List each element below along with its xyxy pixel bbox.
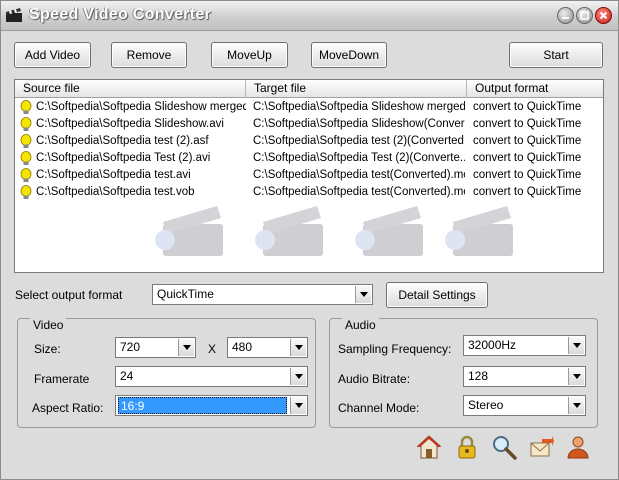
email-icon[interactable]: [528, 434, 554, 460]
format-cell: convert to QuickTime: [473, 118, 582, 130]
bulb-icon: [20, 185, 32, 199]
chevron-down-icon[interactable]: [290, 339, 306, 356]
framerate-label: Framerate: [34, 372, 90, 386]
target-cell: C:\Softpedia\Softpedia test(Converted).m…: [253, 186, 465, 198]
user-icon[interactable]: [565, 434, 591, 460]
home-icon[interactable]: [416, 434, 442, 460]
bulb-icon: [20, 151, 32, 165]
chevron-down-icon[interactable]: [568, 397, 584, 414]
clapperboard-watermark-icon: [155, 206, 223, 256]
table-row[interactable]: C:\Softpedia\Softpedia Test (2).avi C:\S…: [15, 150, 603, 167]
column-header-target[interactable]: Target file: [246, 80, 467, 98]
sampling-frequency-value: 32000Hz: [468, 338, 517, 352]
start-button[interactable]: Start: [509, 42, 603, 68]
detail-settings-button[interactable]: Detail Settings: [386, 282, 488, 308]
height-value: 480: [232, 340, 253, 354]
size-x-label: X: [208, 342, 217, 356]
output-format-select[interactable]: QuickTime: [152, 284, 373, 305]
framerate-value: 24: [120, 369, 134, 383]
chevron-down-icon[interactable]: [568, 337, 584, 354]
video-group-title: Video: [30, 318, 67, 332]
channel-mode-value: Stereo: [468, 398, 504, 412]
sampling-frequency-select[interactable]: 32000Hz: [463, 335, 586, 356]
source-cell: C:\Softpedia\Softpedia test.avi: [36, 169, 191, 181]
source-cell: C:\Softpedia\Softpedia Slideshow merged.…: [36, 101, 246, 113]
add-video-button[interactable]: Add Video: [14, 42, 91, 68]
clapperboard-watermark-icon: [255, 206, 323, 256]
audio-bitrate-label: Audio Bitrate:: [338, 372, 411, 386]
format-cell: convert to QuickTime: [473, 135, 582, 147]
audio-bitrate-value: 128: [468, 369, 489, 383]
format-cell: convert to QuickTime: [473, 186, 582, 198]
window-title: Speed Video Converter: [29, 6, 212, 23]
audio-group-title: Audio: [342, 318, 379, 332]
minimize-button[interactable]: [557, 7, 574, 24]
bulb-icon: [20, 117, 32, 131]
framerate-select[interactable]: 24: [115, 366, 308, 387]
chevron-down-icon[interactable]: [290, 397, 306, 414]
bulb-icon: [20, 100, 32, 114]
target-cell: C:\Softpedia\Softpedia Slideshow merged.…: [253, 101, 465, 113]
file-list[interactable]: Source file Target file Output format C:…: [14, 79, 604, 273]
search-icon[interactable]: [491, 434, 517, 460]
aspect-ratio-label: Aspect Ratio:: [32, 401, 104, 415]
maximize-icon: [580, 11, 589, 20]
sampling-frequency-label: Sampling Frequency:: [338, 342, 452, 356]
source-cell: C:\Softpedia\Softpedia test.vob: [36, 186, 195, 198]
remove-button[interactable]: Remove: [111, 42, 187, 68]
table-row[interactable]: C:\Softpedia\Softpedia test (2).asf C:\S…: [15, 133, 603, 150]
clapperboard-watermark-icon: [355, 206, 423, 256]
move-down-button[interactable]: MoveDown: [311, 42, 387, 68]
format-cell: convert to QuickTime: [473, 169, 582, 181]
table-row[interactable]: C:\Softpedia\Softpedia Slideshow.avi C:\…: [15, 116, 603, 133]
chevron-down-icon[interactable]: [290, 368, 306, 385]
source-cell: C:\Softpedia\Softpedia test (2).asf: [36, 135, 209, 147]
channel-mode-label: Channel Mode:: [338, 401, 420, 415]
target-cell: C:\Softpedia\Softpedia Slideshow(Conver.…: [253, 118, 465, 130]
audio-bitrate-select[interactable]: 128: [463, 366, 586, 387]
bulb-icon: [20, 134, 32, 148]
app-window: Speed Video Converter Add Video Remove M…: [0, 0, 619, 480]
clapperboard-icon: [6, 8, 22, 22]
minimize-icon: [562, 17, 569, 19]
output-format-label: Select output format: [15, 288, 123, 302]
target-cell: C:\Softpedia\Softpedia test (2)(Converte…: [253, 135, 465, 147]
chevron-down-icon[interactable]: [355, 286, 371, 303]
target-cell: C:\Softpedia\Softpedia test(Converted).m…: [253, 169, 465, 181]
aspect-ratio-value: 16:9: [118, 397, 287, 414]
target-cell: C:\Softpedia\Softpedia Test (2)(Converte…: [253, 152, 465, 164]
width-value: 720: [120, 340, 141, 354]
table-row[interactable]: C:\Softpedia\Softpedia test.vob C:\Softp…: [15, 184, 603, 201]
chevron-down-icon[interactable]: [178, 339, 194, 356]
clapperboard-watermark-icon: [445, 206, 513, 256]
list-header: Source file Target file Output format: [15, 80, 603, 98]
width-select[interactable]: 720: [115, 337, 196, 358]
close-icon: [599, 11, 608, 20]
size-label: Size:: [34, 342, 61, 356]
format-cell: convert to QuickTime: [473, 101, 582, 113]
table-row[interactable]: C:\Softpedia\Softpedia Slideshow merged.…: [15, 99, 603, 116]
title-bar[interactable]: Speed Video Converter: [1, 1, 618, 31]
aspect-ratio-select[interactable]: 16:9: [115, 395, 308, 416]
format-cell: convert to QuickTime: [473, 152, 582, 164]
height-select[interactable]: 480: [227, 337, 308, 358]
column-header-format[interactable]: Output format: [467, 80, 603, 98]
output-format-value: QuickTime: [157, 287, 214, 301]
column-header-source[interactable]: Source file: [15, 80, 246, 98]
source-cell: C:\Softpedia\Softpedia Test (2).avi: [36, 152, 211, 164]
maximize-button[interactable]: [576, 7, 593, 24]
channel-mode-select[interactable]: Stereo: [463, 395, 586, 416]
close-button[interactable]: [595, 7, 612, 24]
bulb-icon: [20, 168, 32, 182]
chevron-down-icon[interactable]: [568, 368, 584, 385]
table-row[interactable]: C:\Softpedia\Softpedia test.avi C:\Softp…: [15, 167, 603, 184]
lock-icon[interactable]: [454, 434, 480, 460]
source-cell: C:\Softpedia\Softpedia Slideshow.avi: [36, 118, 224, 130]
move-up-button[interactable]: MoveUp: [211, 42, 288, 68]
